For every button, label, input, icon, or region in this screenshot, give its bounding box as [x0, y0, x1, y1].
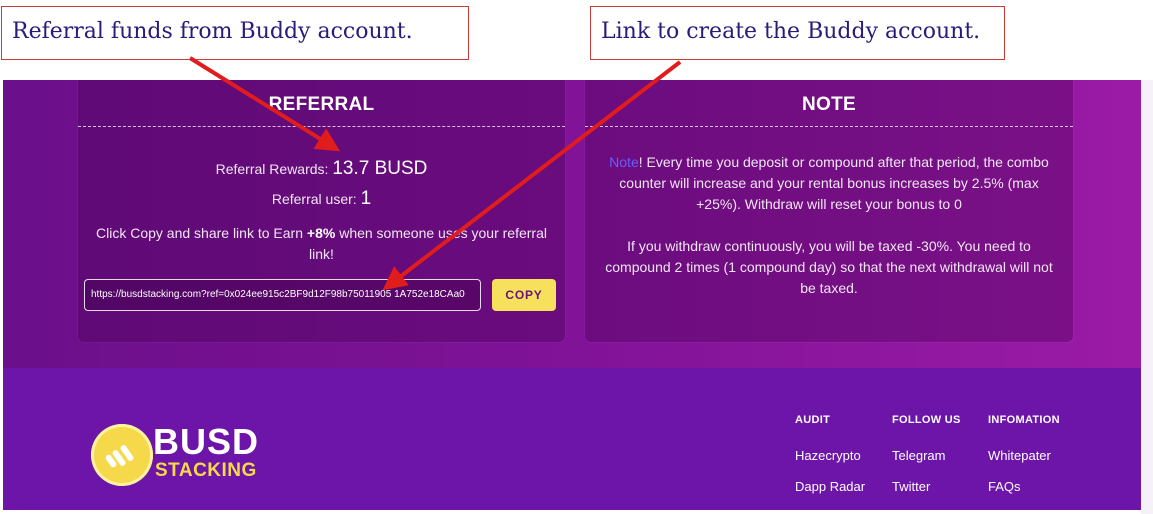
page-right-edge — [1141, 80, 1153, 514]
app-content: REFERRAL Referral Rewards: 13.7 BUSD Ref… — [3, 80, 1141, 510]
referral-desc-after: when someone uses your referral link! — [309, 225, 547, 262]
copy-button[interactable]: COPY — [492, 279, 556, 311]
footer-column-follow-us: FOLLOW US Telegram Twitter — [892, 414, 961, 494]
footer-link-faqs[interactable]: FAQs — [988, 479, 1060, 494]
footer-link-hazecrypto[interactable]: Hazecrypto — [795, 448, 865, 463]
note-title: NOTE — [802, 94, 856, 115]
footer-column-audit: AUDIT Hazecrypto Dapp Radar — [795, 414, 865, 494]
footer-heading-information: INFOMATION — [988, 414, 1060, 426]
footer-link-twitter[interactable]: Twitter — [892, 479, 961, 494]
referral-user-label: Referral user: — [271, 191, 357, 207]
logo-stacking-text: STACKING — [155, 460, 257, 481]
referral-rewards: Referral Rewards: 13.7 BUSD — [78, 158, 565, 180]
referral-user: Referral user: 1 — [78, 188, 565, 210]
referral-rewards-label: Referral Rewards: — [215, 161, 329, 177]
logo-busd-text: BUSD — [153, 421, 260, 462]
footer-logo[interactable]: BUSD STACKING — [91, 424, 261, 490]
note-p1-text: ! Every time you deposit or compound aft… — [619, 154, 1049, 212]
referral-title: REFERRAL — [268, 94, 375, 115]
note-body: Note! Every time you deposit or compound… — [597, 152, 1061, 299]
referral-divider — [78, 126, 565, 127]
annotation-callout-buddy-link: Link to create the Buddy account. — [590, 6, 1005, 60]
referral-description: Click Copy and share link to Earn +8% wh… — [88, 223, 555, 265]
footer-column-information: INFOMATION Whitepater FAQs — [988, 414, 1060, 494]
note-paragraph-2: If you withdraw continuously, you will b… — [605, 238, 1053, 296]
footer-heading-follow-us: FOLLOW US — [892, 414, 961, 426]
note-card: NOTE Note! Every time you deposit or com… — [585, 80, 1073, 342]
referral-link-field[interactable]: https://busdstacking.com?ref=0x024ee915c… — [84, 279, 481, 311]
footer-link-whitepaper[interactable]: Whitepater — [988, 448, 1060, 463]
annotation-callout-referral-funds: Referral funds from Buddy account. — [1, 6, 469, 60]
note-divider — [585, 126, 1073, 127]
referral-user-value: 1 — [360, 188, 372, 209]
note-paragraph-1: Note! Every time you deposit or compound… — [597, 152, 1061, 215]
note-highlight: Note — [609, 154, 639, 170]
footer-link-telegram[interactable]: Telegram — [892, 448, 961, 463]
referral-rewards-value: 13.7 BUSD — [332, 158, 428, 179]
footer: BUSD STACKING AUDIT Hazecrypto Dapp Rada… — [3, 368, 1141, 510]
footer-link-dapp-radar[interactable]: Dapp Radar — [795, 479, 865, 494]
referral-desc-bonus: +8% — [306, 225, 336, 241]
footer-heading-audit: AUDIT — [795, 414, 831, 426]
referral-card: REFERRAL Referral Rewards: 13.7 BUSD Ref… — [78, 80, 565, 342]
busd-coin-logo-icon — [91, 424, 153, 486]
referral-desc-before: Click Copy and share link to Earn — [96, 225, 303, 241]
